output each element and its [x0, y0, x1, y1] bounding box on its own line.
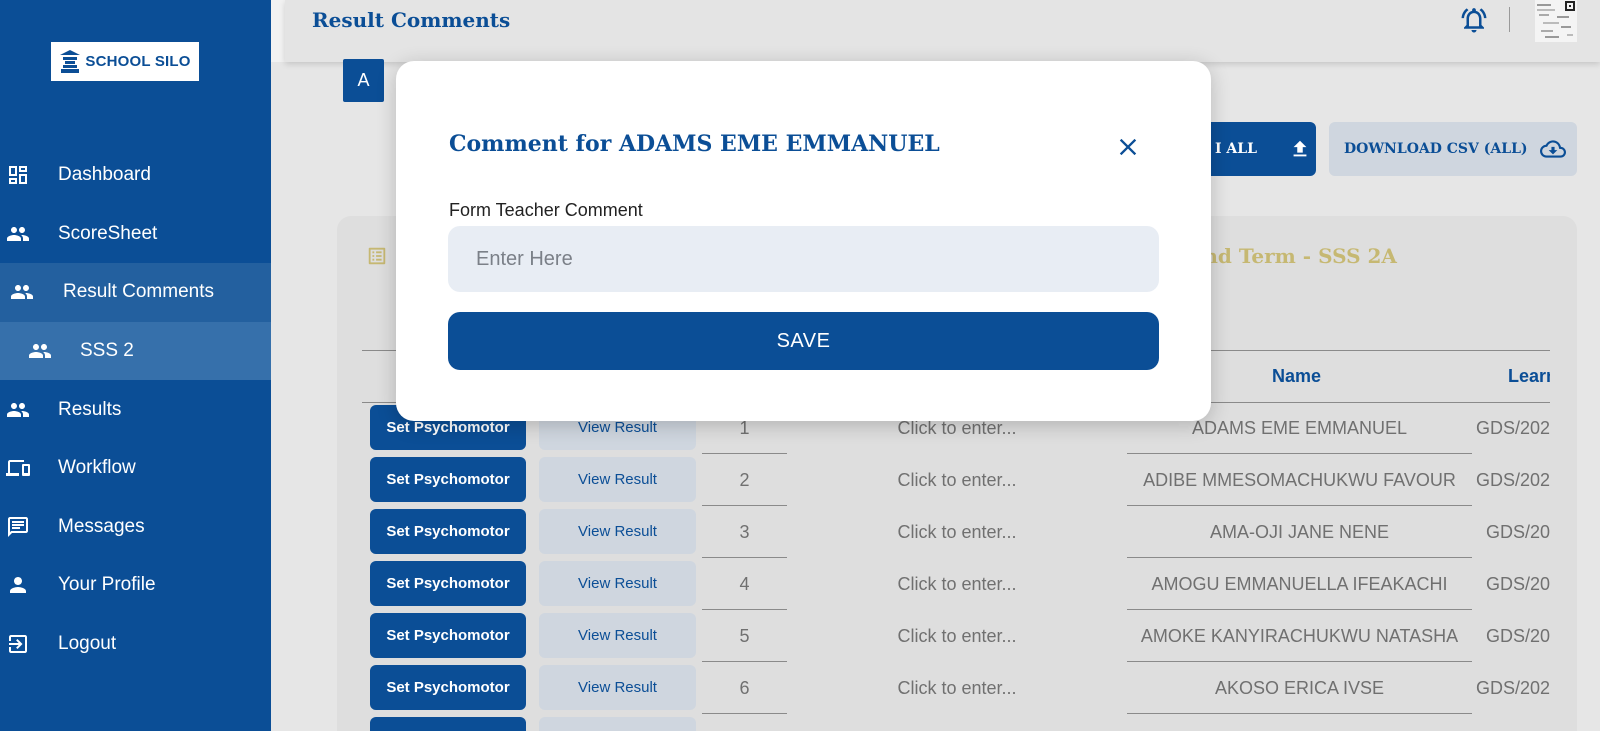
- learner-id: GDS/20: [1485, 626, 1550, 646]
- qr-code-icon[interactable]: [1535, 0, 1577, 42]
- student-name: ADIBE MMESOMACHUKWU FAVOUR: [1127, 455, 1472, 506]
- people-icon: [6, 222, 30, 246]
- people-icon: [28, 339, 52, 363]
- top-header: Result Comments: [285, 0, 1600, 62]
- student-name: AMOKE KANYIRACHUKWU NATASHA: [1127, 611, 1472, 662]
- view-result-button[interactable]: View Result: [539, 665, 696, 710]
- sidebar-item-scoresheet[interactable]: ScoreSheet: [0, 205, 271, 264]
- download-csv-button[interactable]: DOWNLOAD CSV (ALL): [1329, 122, 1577, 176]
- form-teacher-comment-label: Form Teacher Comment: [449, 200, 643, 220]
- header-divider: [1509, 7, 1510, 32]
- message-icon: [6, 515, 30, 539]
- set-psychomotor-button[interactable]: Set Psychomotor: [370, 509, 526, 554]
- sidebar-item-logout[interactable]: Logout: [0, 615, 271, 674]
- sidebar-item-messages[interactable]: Messages: [0, 498, 271, 557]
- comment-modal: Comment for ADAMS EME EMMANUEL Form Teac…: [396, 61, 1211, 421]
- school-silo-logo[interactable]: SCHOOL SILO: [51, 42, 199, 81]
- logo-text: SCHOOL SILO: [85, 53, 191, 70]
- sidebar-item-label: Workflow: [58, 457, 136, 479]
- set-psychomotor-button[interactable]: Set Psychomotor: [370, 665, 526, 710]
- sidebar-item-sss2[interactable]: SSS 2: [0, 321, 271, 381]
- class-tab-a[interactable]: A: [343, 59, 384, 102]
- view-result-button[interactable]: View Result: [539, 561, 696, 606]
- comment-cell[interactable]: Click to enter...: [787, 663, 1127, 714]
- people-icon: [10, 280, 34, 304]
- student-name: AMOGU EMMANUELLA IFEAKACHI: [1127, 559, 1472, 610]
- table-row: Set Psychomotor View Result 2 Click to e…: [362, 455, 1550, 507]
- view-result-button[interactable]: [539, 717, 696, 731]
- view-result-button[interactable]: View Result: [539, 509, 696, 554]
- sidebar-item-your-profile[interactable]: Your Profile: [0, 556, 271, 615]
- table-row: [362, 715, 1550, 731]
- sidebar-item-label: Results: [58, 398, 122, 420]
- sidebar-item-dashboard[interactable]: Dashboard: [0, 146, 271, 205]
- sidebar-item-label: Logout: [58, 633, 117, 655]
- table-row: Set Psychomotor View Result 4 Click to e…: [362, 559, 1550, 611]
- learner-id: GDS/20: [1485, 522, 1550, 542]
- set-psychomotor-button[interactable]: Set Psychomotor: [370, 561, 526, 606]
- serial-number: 6: [702, 663, 787, 714]
- sidebar-item-label: Result Comments: [63, 281, 214, 303]
- view-result-button[interactable]: View Result: [539, 613, 696, 658]
- form-teacher-comment-input[interactable]: [448, 226, 1159, 292]
- table-row: Set Psychomotor View Result 5 Click to e…: [362, 611, 1550, 663]
- column-header-name: Name: [1272, 366, 1322, 386]
- sidebar-item-workflow[interactable]: Workflow: [0, 439, 271, 498]
- dashboard-icon: [6, 163, 30, 187]
- upload-all-label: I ALL: [1215, 141, 1257, 157]
- learner-id: GDS/202: [1475, 418, 1550, 438]
- list-icon: [368, 247, 386, 265]
- sidebar-item-label: ScoreSheet: [58, 222, 158, 244]
- student-name: AMA-OJI JANE NENE: [1127, 507, 1472, 558]
- sidebar: SCHOOL SILO Dashboard ScoreSheet Result …: [0, 0, 271, 731]
- person-icon: [6, 573, 30, 597]
- set-psychomotor-button[interactable]: Set Psychomotor: [370, 457, 526, 502]
- logo-building-icon: [60, 49, 81, 73]
- student-name: AKOSO ERICA IVSE: [1127, 663, 1472, 714]
- devices-icon: [6, 456, 30, 480]
- sidebar-item-label: Dashboard: [58, 164, 151, 186]
- close-icon[interactable]: [1114, 133, 1142, 161]
- modal-title: Comment for ADAMS EME EMMANUEL: [449, 131, 940, 157]
- table-row: Set Psychomotor View Result 6 Click to e…: [362, 663, 1550, 715]
- sidebar-item-results[interactable]: Results: [0, 380, 271, 439]
- comment-cell[interactable]: Click to enter...: [787, 455, 1127, 506]
- learner-id: GDS/202: [1475, 470, 1550, 490]
- save-button[interactable]: SAVE: [448, 312, 1159, 370]
- learner-id: GDS/202: [1475, 678, 1550, 698]
- notification-bell-icon[interactable]: [1459, 5, 1489, 35]
- serial-number: 5: [702, 611, 787, 662]
- sidebar-item-label: Your Profile: [58, 574, 156, 596]
- sidebar-item-label: Messages: [58, 515, 145, 537]
- sidebar-nav: Dashboard ScoreSheet Result Comments SSS…: [0, 146, 271, 673]
- comment-cell[interactable]: Click to enter...: [787, 559, 1127, 610]
- serial-number: 4: [702, 559, 787, 610]
- upload-icon: [1293, 140, 1307, 157]
- page-title: Result Comments: [312, 8, 511, 32]
- people-icon: [6, 398, 30, 422]
- logout-icon: [6, 632, 30, 656]
- cloud-download-icon: [1539, 140, 1566, 158]
- serial-number: 2: [702, 455, 787, 506]
- download-csv-label: DOWNLOAD CSV (ALL): [1344, 141, 1528, 157]
- set-psychomotor-button[interactable]: Set Psychomotor: [370, 613, 526, 658]
- view-result-button[interactable]: View Result: [539, 457, 696, 502]
- sidebar-item-label: SSS 2: [80, 340, 134, 362]
- serial-number: 3: [702, 507, 787, 558]
- card-title: ond Term - SSS 2A: [1190, 244, 1397, 268]
- learner-id: GDS/20: [1485, 574, 1550, 594]
- column-header-learner: Learn: [1508, 366, 1550, 386]
- table-row: Set Psychomotor View Result 3 Click to e…: [362, 507, 1550, 559]
- comment-cell[interactable]: Click to enter...: [787, 611, 1127, 662]
- comment-cell[interactable]: Click to enter...: [787, 507, 1127, 558]
- sidebar-item-result-comments[interactable]: Result Comments: [0, 263, 271, 322]
- set-psychomotor-button[interactable]: [370, 717, 526, 731]
